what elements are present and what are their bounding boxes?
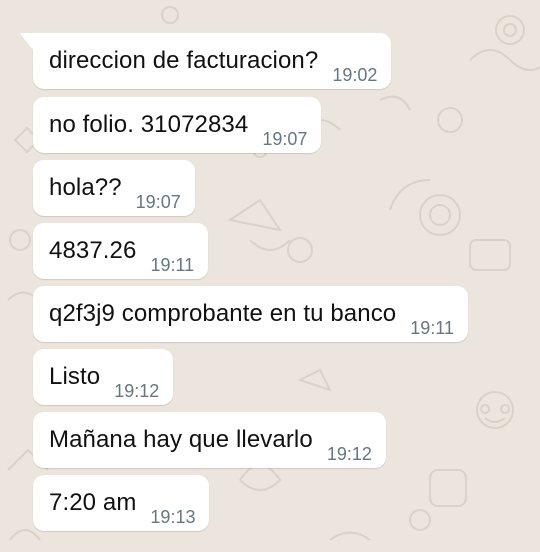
message-timestamp: 19:07 [262,129,308,149]
message-text: q2f3j9 comprobante en tu banco [49,300,397,327]
message-timestamp: 19:02 [332,65,378,85]
message-text: 4837.26 [49,237,137,264]
message-text: 7:20 am [49,489,137,516]
message-text: direccion de facturacion? [49,47,319,74]
bubble-tail-icon [20,33,34,51]
message-bubble[interactable]: hola?? 19:07 [33,160,195,216]
message-bubble[interactable]: 7:20 am 19:13 [33,475,210,531]
message-bubble[interactable]: 4837.26 19:11 [33,223,209,279]
message-text: no folio. 31072834 [49,111,249,138]
message-timestamp: 19:11 [150,255,195,275]
message-bubble[interactable]: Mañana hay que llevarlo 19:12 [33,412,386,468]
message-bubble[interactable]: Listo 19:12 [33,349,174,405]
message-bubble[interactable]: direccion de facturacion? 19:02 [20,33,392,89]
message-timestamp: 19:12 [326,444,372,464]
message-bubble[interactable]: no folio. 31072834 19:07 [33,97,322,153]
message-text: hola?? [49,174,122,201]
message-text: Mañana hay que llevarlo [49,426,313,453]
message-timestamp: 19:07 [135,192,181,212]
message-list[interactable]: direccion de facturacion? 19:02 no folio… [0,0,540,552]
message-timestamp: 19:12 [114,381,160,401]
message-bubble[interactable]: q2f3j9 comprobante en tu banco 19:11 [33,286,468,342]
message-text: Listo [49,363,101,390]
message-timestamp: 19:11 [410,318,454,338]
message-timestamp: 19:13 [150,507,196,527]
